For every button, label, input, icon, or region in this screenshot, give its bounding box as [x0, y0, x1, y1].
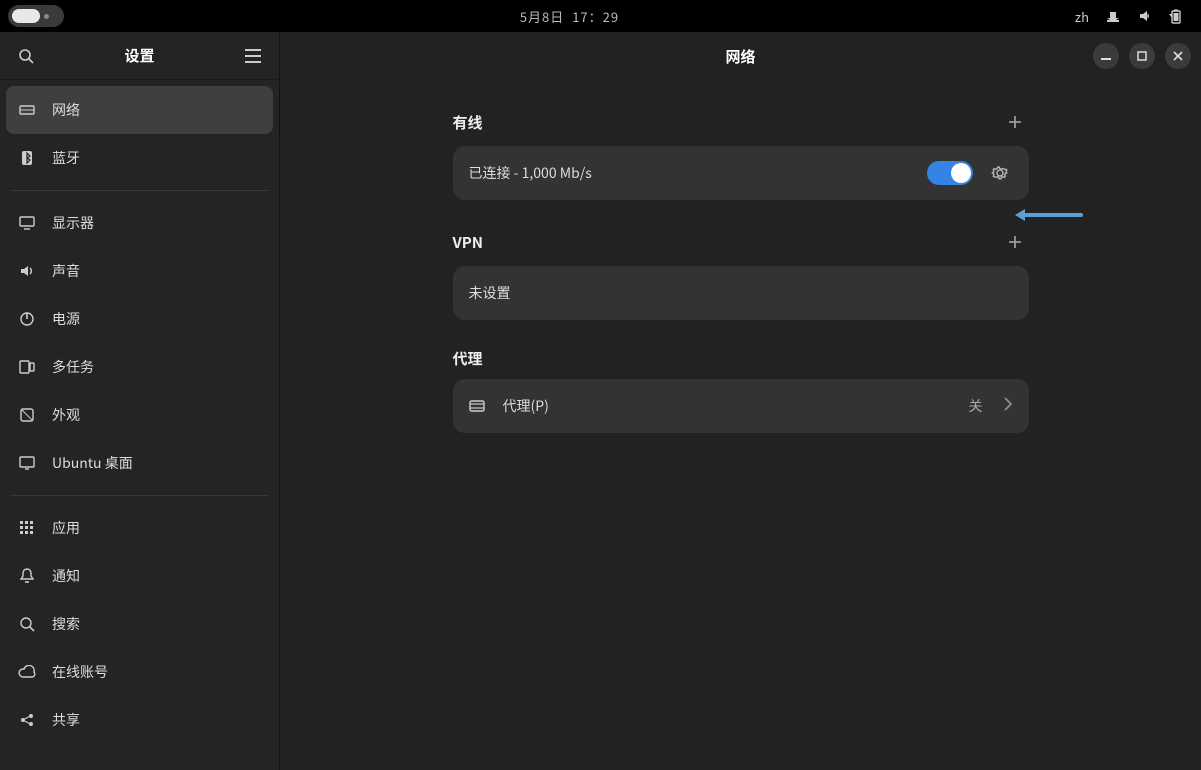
sidebar-item-label: 蓝牙: [52, 148, 80, 168]
time-text: 17：29: [572, 7, 619, 26]
hamburger-menu-button[interactable]: [239, 42, 267, 70]
sidebar-item-online[interactable]: 在线账号: [6, 648, 273, 696]
sidebar-item-multitask[interactable]: 多任务: [6, 343, 273, 391]
wired-heading: 有线: [453, 112, 483, 133]
sidebar-item-label: 共享: [52, 710, 80, 730]
vpn-status-text: 未设置: [469, 283, 1013, 303]
search-button[interactable]: [12, 42, 40, 70]
annotation-arrow: [1019, 210, 1083, 220]
maximize-button[interactable]: [1129, 43, 1155, 69]
sidebar-item-label: 应用: [52, 518, 80, 538]
sidebar-item-network[interactable]: 网络: [6, 86, 273, 134]
sidebar-item-share[interactable]: 共享: [6, 696, 273, 744]
sidebar-item-sound[interactable]: 声音: [6, 247, 273, 295]
sidebar-separator: [10, 190, 269, 191]
sidebar-item-search[interactable]: 搜索: [6, 600, 273, 648]
vpn-heading: VPN: [453, 232, 484, 253]
battery-indicator-icon[interactable]: [1169, 8, 1185, 24]
system-topbar: 5月8日 17：29 zh: [0, 0, 1201, 32]
power-icon: [18, 311, 36, 327]
ubuntu-icon: [18, 456, 36, 470]
proxy-row-label: 代理(P): [503, 396, 969, 416]
wired-section-head: 有线: [453, 108, 1029, 136]
wired-status-text: 已连接 - 1,000 Mb/s: [469, 163, 927, 183]
page-title: 网络: [280, 46, 1201, 67]
sidebar-item-label: 多任务: [52, 357, 94, 377]
wired-card: 已连接 - 1,000 Mb/s: [453, 146, 1029, 200]
proxy-icon: [469, 398, 489, 414]
sidebar-item-displays[interactable]: 显示器: [6, 199, 273, 247]
sidebar-item-label: 电源: [52, 309, 80, 329]
apps-icon: [18, 521, 36, 535]
proxy-heading: 代理: [453, 348, 483, 369]
vpn-row: 未设置: [453, 266, 1029, 320]
share-icon: [18, 712, 36, 728]
sidebar-item-label: Ubuntu 桌面: [52, 453, 133, 473]
content-pane: 网络 有线: [280, 32, 1201, 770]
appearance-icon: [18, 407, 36, 423]
minimize-button[interactable]: [1093, 43, 1119, 69]
input-method-indicator[interactable]: zh: [1075, 7, 1089, 26]
proxy-row[interactable]: 代理(P) 关: [453, 379, 1029, 433]
network-indicator-icon[interactable]: [1105, 8, 1121, 24]
search-icon: [18, 616, 36, 632]
bluetooth-icon: [18, 150, 36, 166]
chevron-right-icon: [1003, 396, 1013, 416]
date-text: 5月8日: [520, 7, 564, 26]
vpn-card: 未设置: [453, 266, 1029, 320]
sidebar-title: 设置: [40, 45, 239, 66]
sidebar-header: 设置: [0, 32, 279, 80]
sidebar-item-label: 声音: [52, 261, 80, 281]
sidebar: 设置 网络蓝牙显示器声音电源多任务外观 Ubuntu 桌面应用通知搜索在线账号共享: [0, 32, 280, 770]
bell-icon: [18, 568, 36, 584]
add-vpn-button[interactable]: [1001, 228, 1029, 256]
proxy-section-head: 代理: [453, 348, 1029, 369]
content-header: 网络: [280, 32, 1201, 80]
proxy-card: 代理(P) 关: [453, 379, 1029, 433]
sidebar-item-bluetooth[interactable]: 蓝牙: [6, 134, 273, 182]
wired-toggle[interactable]: [927, 161, 973, 185]
sidebar-item-label: 在线账号: [52, 662, 108, 682]
topbar-clock[interactable]: 5月8日 17：29: [64, 7, 1075, 26]
sidebar-item-appearance[interactable]: 外观: [6, 391, 273, 439]
sidebar-item-label: 显示器: [52, 213, 94, 233]
sidebar-item-label: 搜索: [52, 614, 80, 634]
vpn-section-head: VPN: [453, 228, 1029, 256]
sidebar-item-apps[interactable]: 应用: [6, 504, 273, 552]
proxy-status-text: 关: [969, 396, 983, 416]
sidebar-item-notif[interactable]: 通知: [6, 552, 273, 600]
activities-pill[interactable]: [8, 5, 64, 27]
close-button[interactable]: [1165, 43, 1191, 69]
wired-row: 已连接 - 1,000 Mb/s: [453, 146, 1029, 200]
sound-icon: [18, 263, 36, 279]
cloud-icon: [18, 665, 36, 679]
volume-indicator-icon[interactable]: [1137, 8, 1153, 24]
sidebar-item-ubuntu[interactable]: Ubuntu 桌面: [6, 439, 273, 487]
network-icon: [18, 102, 36, 118]
sidebar-item-label: 外观: [52, 405, 80, 425]
sidebar-list: 网络蓝牙显示器声音电源多任务外观 Ubuntu 桌面应用通知搜索在线账号共享: [0, 80, 279, 770]
wired-settings-button[interactable]: [987, 160, 1013, 186]
multitask-icon: [18, 360, 36, 374]
display-icon: [18, 216, 36, 230]
sidebar-item-label: 通知: [52, 566, 80, 586]
settings-window: 设置 网络蓝牙显示器声音电源多任务外观 Ubuntu 桌面应用通知搜索在线账号共享…: [0, 32, 1201, 770]
sidebar-item-label: 网络: [52, 100, 80, 120]
sidebar-item-power[interactable]: 电源: [6, 295, 273, 343]
sidebar-separator: [10, 495, 269, 496]
add-wired-button[interactable]: [1001, 108, 1029, 136]
